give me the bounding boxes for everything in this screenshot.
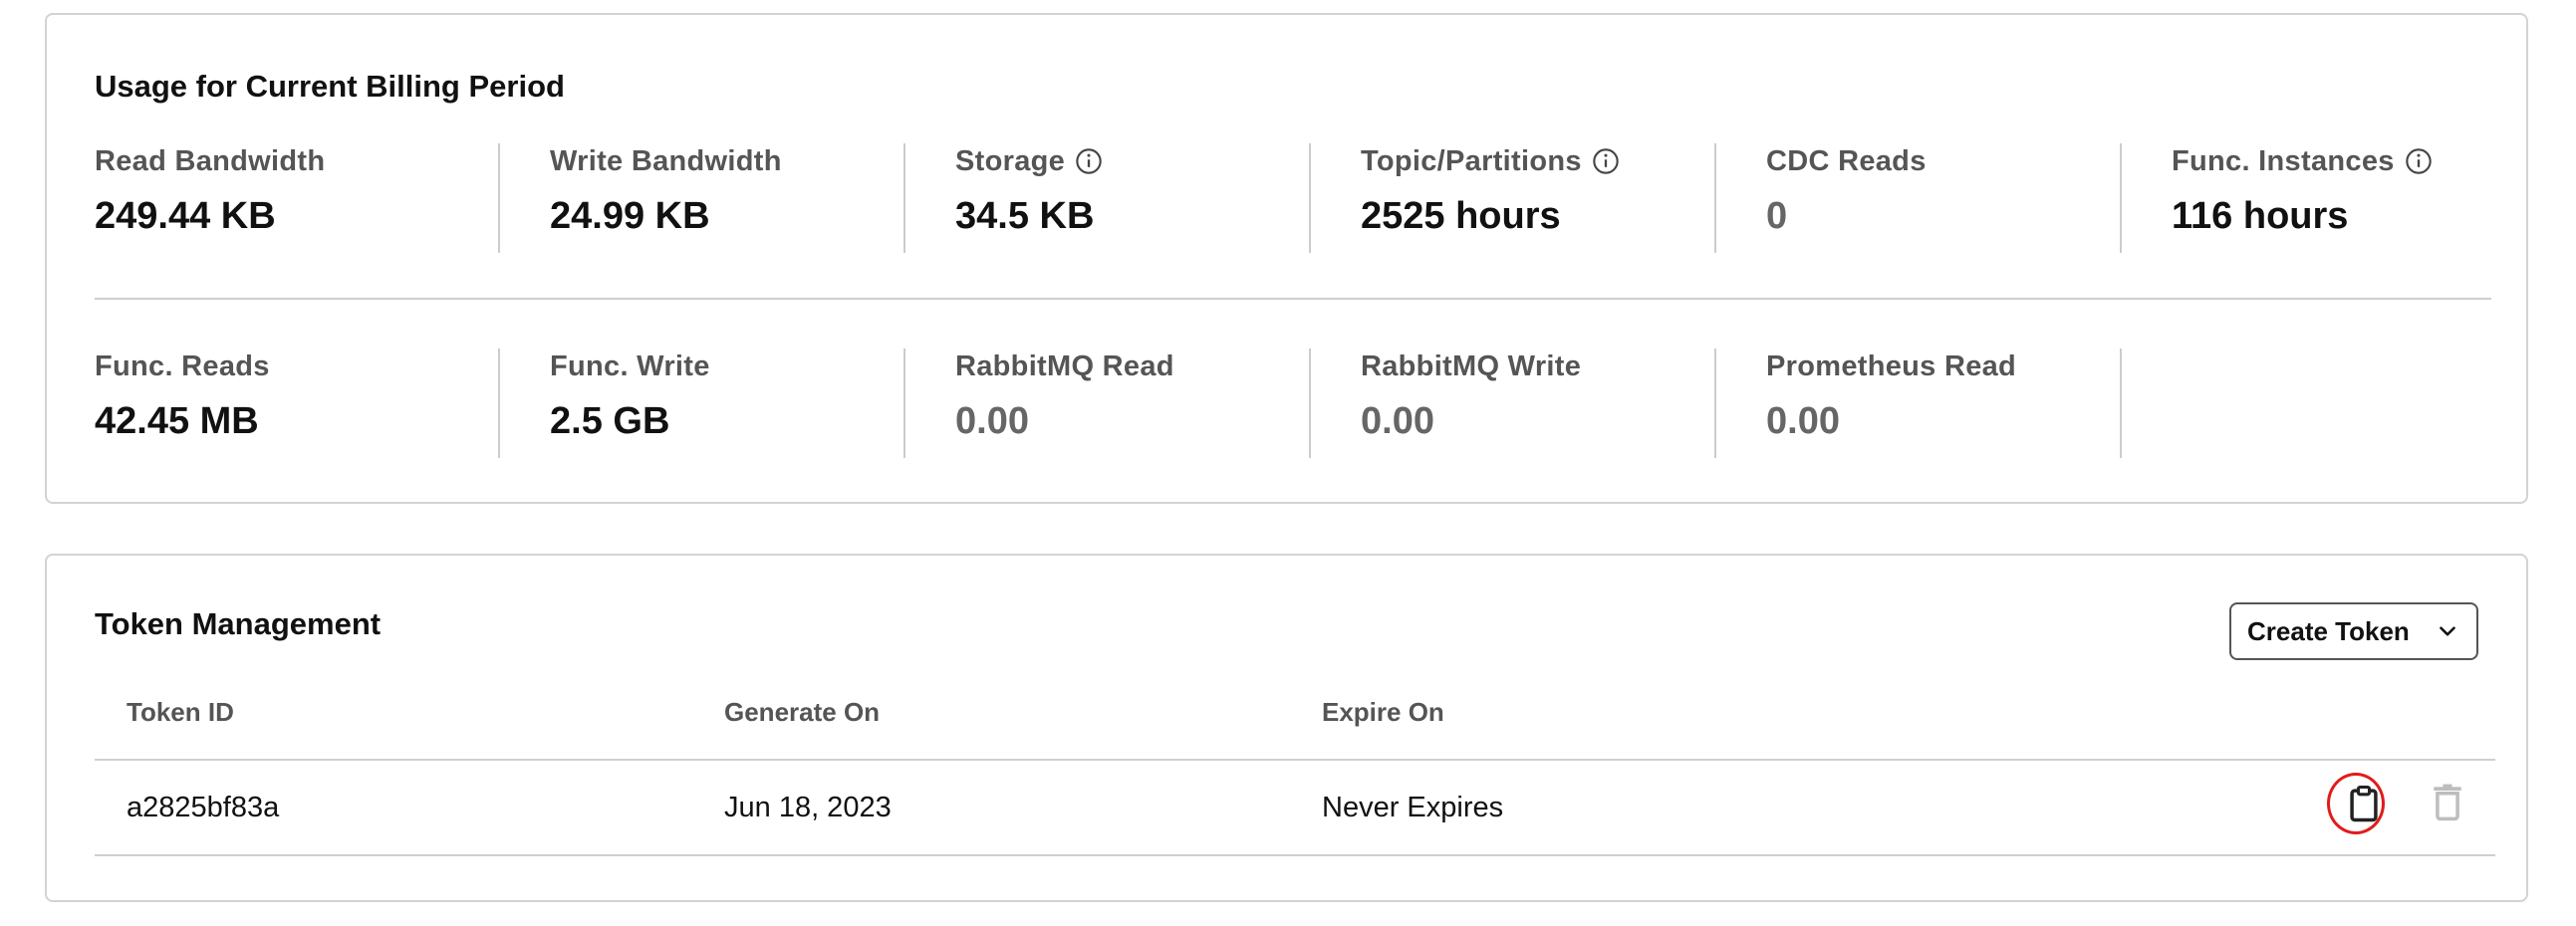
metric-func-write: Func. Write 2.5 GB — [500, 348, 905, 458]
column-header-token-id: Token ID — [127, 697, 234, 727]
create-token-label: Create Token — [2247, 615, 2410, 646]
metric-empty-slot — [2122, 348, 2527, 458]
table-row: a2825bf83a Jun 18, 2023 Never Expires — [95, 761, 2495, 856]
chevron-down-icon — [2440, 626, 2455, 636]
metric-value: 0.00 — [1766, 400, 1840, 442]
metric-label: RabbitMQ Write — [1361, 349, 1582, 382]
metric-value: 0.00 — [1361, 400, 1434, 442]
token-table-header: Token ID Generate On Expire On — [95, 667, 2495, 761]
usage-metrics-row-1: Read Bandwidth 249.44 KB Write Bandwidth… — [95, 143, 2491, 253]
metric-label: Storage — [955, 144, 1066, 177]
usage-divider — [95, 298, 2491, 300]
metric-value: 116 hours — [2172, 195, 2349, 237]
metric-storage: Storage 34.5 KB — [905, 143, 1311, 253]
column-header-generate-on: Generate On — [724, 697, 881, 727]
metric-label: Func. Reads — [95, 349, 270, 382]
metric-topic-partitions: Topic/Partitions 2525 hours — [1311, 143, 1716, 253]
token-id-cell: a2825bf83a — [127, 792, 280, 823]
usage-card: Usage for Current Billing Period Read Ba… — [45, 13, 2528, 504]
metric-func-instances: Func. Instances 116 hours — [2122, 143, 2527, 253]
expire-on-cell: Never Expires — [1322, 792, 1504, 823]
metric-value: 0.00 — [955, 400, 1029, 442]
metric-cdc-reads: CDC Reads 0 — [1716, 143, 2122, 253]
generate-on-cell: Jun 18, 2023 — [724, 792, 892, 823]
metric-value: 249.44 KB — [95, 195, 276, 237]
metric-value: 34.5 KB — [955, 195, 1095, 237]
info-circle-icon[interactable] — [1075, 147, 1103, 175]
column-header-expire-on: Expire On — [1322, 697, 1444, 727]
token-management-title: Token Management — [95, 606, 382, 641]
create-token-button[interactable]: Create Token — [2229, 602, 2478, 660]
metric-rabbitmq-read: RabbitMQ Read 0.00 — [905, 348, 1311, 458]
metric-label: RabbitMQ Read — [955, 349, 1174, 382]
clipboard-icon[interactable] — [2342, 781, 2386, 826]
info-circle-icon[interactable] — [2405, 147, 2433, 175]
metric-label: Write Bandwidth — [550, 144, 782, 177]
metric-rabbitmq-write: RabbitMQ Write 0.00 — [1311, 348, 1716, 458]
metric-value: 42.45 MB — [95, 400, 259, 442]
metric-label: CDC Reads — [1766, 144, 1927, 177]
metric-value: 2525 hours — [1361, 195, 1561, 237]
metric-label: Func. Write — [550, 349, 710, 382]
metric-label: Read Bandwidth — [95, 144, 326, 177]
metric-value: 24.99 KB — [550, 195, 710, 237]
metric-func-reads: Func. Reads 42.45 MB — [95, 348, 500, 458]
token-table: Token ID Generate On Expire On a2825bf83… — [95, 667, 2495, 856]
metric-label: Prometheus Read — [1766, 349, 2017, 382]
usage-title: Usage for Current Billing Period — [95, 69, 565, 104]
metric-read-bandwidth: Read Bandwidth 249.44 KB — [95, 143, 500, 253]
usage-metrics-row-2: Func. Reads 42.45 MB Func. Write 2.5 GB … — [95, 348, 2491, 458]
info-circle-icon[interactable] — [1592, 147, 1620, 175]
metric-write-bandwidth: Write Bandwidth 24.99 KB — [500, 143, 905, 253]
metric-label: Func. Instances — [2172, 144, 2395, 177]
token-management-card: Token Management Create Token Token ID G… — [45, 554, 2528, 902]
metric-value: 0 — [1766, 195, 1788, 237]
metric-label: Topic/Partitions — [1361, 144, 1582, 177]
metric-value: 2.5 GB — [550, 400, 670, 442]
trash-icon[interactable] — [2426, 779, 2469, 824]
metric-prometheus-read: Prometheus Read 0.00 — [1716, 348, 2122, 458]
